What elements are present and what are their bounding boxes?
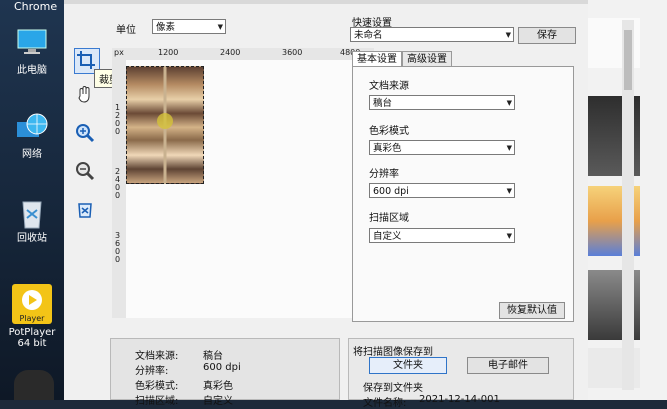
units-value: 像素 (156, 22, 176, 33)
quick-settings-select[interactable]: 未命名 ▼ (350, 27, 514, 42)
chevron-down-icon: ▼ (506, 187, 512, 195)
resolution-label: 分辨率 (369, 169, 399, 180)
network-globe-icon (15, 112, 49, 142)
preview-canvas[interactable] (126, 60, 374, 318)
scan-info-summary: 文档来源: 稿台 分辨率: 600 dpi 色彩模式: 真彩色 扫描区域: 自定… (110, 338, 340, 407)
save-to-folder-button[interactable]: 文件夹 (369, 357, 447, 374)
chevron-down-icon: ▼ (506, 232, 512, 240)
desktop: Chrome 此电脑 网络 回收站 Player PotPlayer 64 bi… (0, 0, 64, 400)
info-color-label: 色彩模式: (135, 381, 179, 392)
media-app-icon[interactable] (14, 370, 54, 400)
units-label: 单位 (116, 25, 136, 36)
ruler-tick: 3600 (115, 231, 121, 264)
save-destination-panel: 将扫描图像保存到 文件夹 电子邮件 保存到文件夹 文件名称: 2021-12-1… (348, 338, 574, 409)
resolution-value: 600 dpi (373, 186, 409, 197)
chevron-down-icon: ▼ (506, 99, 512, 107)
scan-area-label: 扫描区域 (369, 213, 409, 224)
desktop-icon-network[interactable]: 网络 (4, 112, 60, 160)
info-source-label: 文档来源: (135, 351, 179, 362)
ruler-tick: 2400 (115, 167, 121, 200)
scan-area-select[interactable]: 自定义 ▼ (369, 228, 515, 243)
desktop-icon-label: 回收站 (17, 233, 47, 244)
ruler-unit: px (114, 48, 124, 57)
ruler-tick: 1200 (115, 103, 121, 136)
source-label: 文档来源 (369, 81, 409, 92)
color-mode-select[interactable]: 真彩色 ▼ (369, 140, 515, 155)
recycle-icon (78, 203, 92, 218)
save-to-folder-label: 保存到文件夹 (363, 383, 423, 394)
color-mode-value: 真彩色 (373, 143, 402, 154)
save-settings-button[interactable]: 保存 (518, 27, 576, 44)
zoom-in-icon (76, 124, 95, 143)
zoom-out-button[interactable] (74, 160, 98, 184)
quick-settings-value: 未命名 (354, 30, 383, 41)
units-select[interactable]: 像素 ▼ (152, 19, 226, 34)
chevron-down-icon: ▼ (217, 23, 223, 31)
tab-basic-settings[interactable]: 基本设置 (352, 51, 402, 67)
ruler-tick: 1200 (158, 48, 179, 57)
ruler-tick: 3600 (282, 48, 303, 57)
potplayer-icon: Player (12, 284, 52, 324)
info-source-value: 稿台 (203, 351, 223, 362)
desktop-icon-label: 此电脑 (17, 65, 47, 76)
crop-icon (77, 51, 95, 69)
desktop-icon-potplayer[interactable]: Player PotPlayer 64 bit (4, 284, 60, 349)
save-destination-title: 将扫描图像保存到 (353, 347, 433, 358)
scrollbar-thumb[interactable] (624, 30, 632, 90)
chevron-down-icon: ▼ (506, 144, 512, 152)
basic-settings-panel: 文档来源 稿台 ▼ 色彩模式 真彩色 ▼ 分辨率 600 dpi ▼ 扫描区域 自定义… (352, 66, 574, 322)
scrollbar[interactable] (622, 20, 634, 390)
pan-tool-button[interactable] (74, 84, 98, 108)
desktop-icon-label: PotPlayer 64 bit (8, 327, 56, 349)
recycle-bin-icon (15, 196, 49, 229)
chevron-down-icon: ▼ (505, 31, 511, 39)
info-color-value: 真彩色 (203, 381, 233, 392)
hand-icon (78, 86, 90, 103)
filename-label: 文件名称: (363, 398, 407, 409)
restore-defaults-button[interactable]: 恢复默认值 (499, 302, 565, 319)
monitor-icon (15, 28, 49, 58)
chrome-taskbar-label[interactable]: Chrome (14, 0, 57, 13)
window-top-edge (64, 0, 588, 4)
save-to-email-button[interactable]: 电子邮件 (467, 357, 549, 374)
desktop-icon-recycle-bin[interactable]: 回收站 (4, 196, 60, 244)
info-dpi-label: 分辨率: (135, 366, 169, 377)
source-select[interactable]: 稿台 ▼ (369, 95, 515, 110)
info-dpi-value: 600 dpi (203, 362, 241, 373)
source-value: 稿台 (373, 98, 393, 109)
desktop-icon-label: 网络 (22, 149, 42, 160)
scanner-window: 裁剪 单位 像素 ▼ px 1200 2400 3600 4800 1200 24… (64, 0, 588, 409)
ruler-left: 1200 2400 3600 (112, 60, 127, 318)
clear-preview-button[interactable] (74, 198, 98, 222)
resolution-select[interactable]: 600 dpi ▼ (369, 183, 515, 198)
potplayer-badge: Player (19, 314, 45, 323)
zoom-in-button[interactable] (74, 122, 98, 146)
scan-preview-image[interactable] (126, 66, 204, 184)
ruler-tick: 2400 (220, 48, 241, 57)
desktop-icon-this-pc[interactable]: 此电脑 (4, 28, 60, 76)
color-mode-label: 色彩模式 (369, 126, 409, 137)
scan-area-value: 自定义 (373, 231, 402, 242)
tab-advanced-settings[interactable]: 高级设置 (402, 51, 452, 67)
zoom-out-icon (76, 162, 95, 181)
